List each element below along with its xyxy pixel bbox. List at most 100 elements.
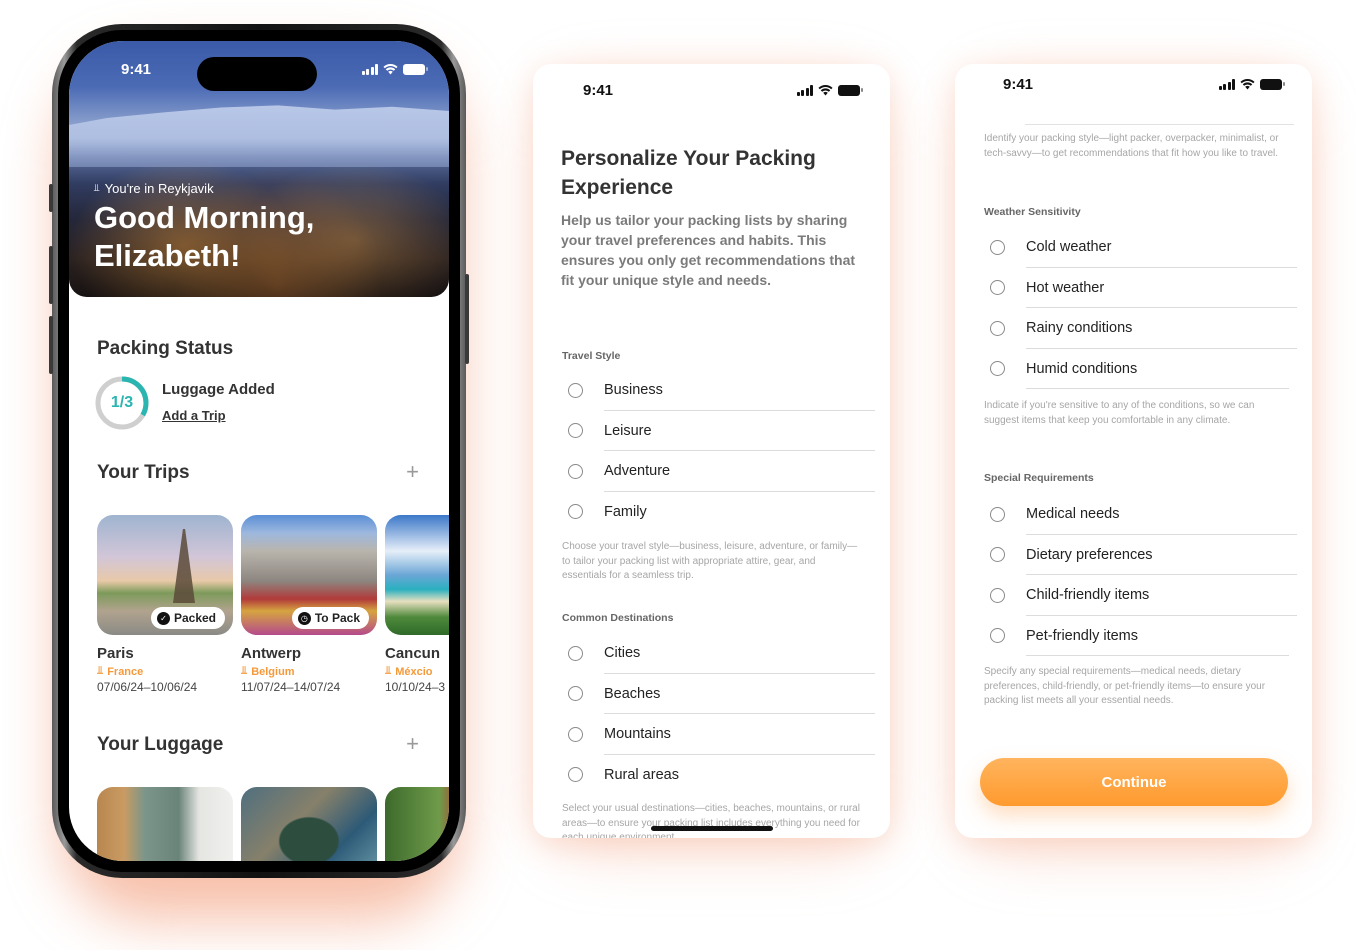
plus-icon[interactable]: + [406, 731, 419, 757]
radio-button[interactable] [990, 320, 1005, 336]
special-requirements-options: Medical needs Dietary preferences Child-… [984, 494, 1297, 656]
weather-options: Cold weather Hot weather Rainy condition… [984, 227, 1297, 389]
radio-button[interactable] [568, 382, 583, 398]
pin-icon: ⫫ [94, 183, 100, 194]
personalize-screen: 9:41 Personalize Your Packing Experience… [533, 64, 890, 838]
destinations-label: Common Destinations [562, 612, 674, 624]
status-bar: 9:41 [533, 68, 890, 112]
trip-dates: 07/06/24–10/06/24 [97, 680, 198, 694]
destinations-options: Cities Beaches Mountains Rural areas [562, 633, 875, 795]
radio-button[interactable] [568, 463, 583, 479]
radio-button[interactable] [568, 767, 583, 783]
radio-option[interactable]: Humid conditions [984, 349, 1297, 389]
radio-button[interactable] [568, 645, 583, 661]
radio-button[interactable] [990, 361, 1005, 377]
radio-option[interactable]: Hot weather [984, 268, 1297, 308]
phone-frame-home: ⫫ You're in Reykjavik Good Morning, Eliz… [49, 24, 469, 878]
radio-button[interactable] [990, 587, 1005, 603]
plus-icon[interactable]: + [406, 459, 419, 485]
luggage-card[interactable] [385, 787, 449, 861]
trip-card[interactable]: ◷ To Pack Antwerp ⫫ Belgium 11/07/24–14/0… [241, 515, 377, 694]
continue-button[interactable]: Continue [980, 758, 1288, 806]
cellular-signal-icon [1218, 78, 1235, 90]
radio-button[interactable] [990, 506, 1005, 522]
travel-style-label: Travel Style [562, 350, 621, 362]
dynamic-island [197, 57, 317, 91]
pin-icon: ⫫ [97, 665, 104, 677]
radio-option[interactable]: Cities [562, 633, 875, 674]
radio-option[interactable]: Dietary preferences [984, 535, 1297, 575]
trip-card[interactable]: Cancun ⫫ Méxcio 10/10/24–3 [385, 515, 449, 694]
trip-status-badge: ✓ Packed [150, 607, 225, 629]
packing-status-title: Packing Status [97, 338, 234, 359]
preferences-screen: 9:41 Identify your packing style—light p… [955, 64, 1312, 838]
radio-option[interactable]: Child-friendly items [984, 575, 1297, 616]
packing-progress-label: 1/3 [110, 394, 134, 411]
wifi-icon [1240, 78, 1255, 90]
trip-image [385, 515, 449, 635]
power-button [465, 274, 469, 364]
trip-dates: 11/07/24–14/07/24 [241, 680, 341, 694]
greeting: Good Morning, Elizabeth! [94, 200, 315, 273]
trip-name: Paris [97, 645, 134, 662]
action-button [49, 184, 53, 212]
cellular-signal-icon [796, 84, 813, 96]
radio-option[interactable]: Adventure [562, 451, 875, 492]
cellular-signal-icon [361, 63, 378, 75]
volume-down-button [49, 316, 53, 374]
packing-status-text: Luggage Added [162, 381, 275, 398]
weather-label: Weather Sensitivity [984, 206, 1081, 218]
radio-button[interactable] [568, 686, 583, 702]
radio-option[interactable]: Beaches [562, 674, 875, 714]
trip-image: ✓ Packed [97, 515, 233, 635]
travel-style-help: Choose your travel style—business, leisu… [562, 541, 858, 581]
radio-option[interactable]: Business [562, 370, 875, 411]
travel-style-options: Business Leisure Adventure Family [562, 370, 875, 532]
home-screen: ⫫ You're in Reykjavik Good Morning, Eliz… [69, 41, 449, 861]
status-time: 9:41 [121, 60, 152, 78]
battery-icon [838, 84, 863, 96]
pin-icon: ⫫ [241, 665, 248, 677]
page-title: Personalize Your Packing Experience [561, 147, 816, 199]
trip-dates: 10/10/24–3 [385, 680, 446, 694]
wifi-icon [383, 63, 398, 75]
current-location: ⫫ You're in Reykjavik [94, 181, 214, 196]
radio-option[interactable]: Leisure [562, 411, 875, 451]
radio-option[interactable]: Mountains [562, 714, 875, 755]
radio-button[interactable] [990, 280, 1005, 296]
trip-country: ⫫ Belgium [241, 665, 295, 678]
pin-icon: ⫫ [385, 665, 392, 677]
destinations-help: Select your usual destinations—cities, b… [562, 803, 860, 838]
status-time: 9:41 [1003, 75, 1034, 93]
eiffel-tower-shape [173, 529, 195, 603]
radio-option[interactable]: Rural areas [562, 755, 875, 796]
radio-button[interactable] [990, 239, 1005, 255]
special-requirements-label: Special Requirements [984, 472, 1094, 484]
radio-option[interactable]: Medical needs [984, 494, 1297, 535]
luggage-carousel[interactable] [97, 787, 449, 861]
add-trip-link[interactable]: Add a Trip [162, 408, 226, 423]
radio-option[interactable]: Pet-friendly items [984, 616, 1297, 656]
volume-up-button [49, 246, 53, 304]
radio-option[interactable]: Family [562, 492, 875, 533]
trip-image: ◷ To Pack [241, 515, 377, 635]
radio-button[interactable] [568, 726, 583, 742]
radio-button[interactable] [568, 504, 583, 520]
radio-button[interactable] [990, 547, 1005, 563]
divider [1025, 124, 1294, 125]
wifi-icon [818, 84, 833, 96]
battery-icon [1260, 78, 1285, 90]
radio-button[interactable] [568, 423, 583, 439]
check-circle-icon: ✓ [156, 611, 170, 625]
luggage-card[interactable] [241, 787, 377, 861]
weather-help: Indicate if you're sensitive to any of t… [984, 400, 1255, 426]
trips-carousel[interactable]: ✓ Packed Paris ⫫ France 07/06/24–10/06/24… [97, 515, 449, 694]
trip-country: ⫫ Méxcio [385, 665, 433, 678]
radio-button[interactable] [990, 628, 1005, 644]
your-luggage-title: Your Luggage [97, 734, 224, 755]
trip-card[interactable]: ✓ Packed Paris ⫫ France 07/06/24–10/06/24 [97, 515, 233, 694]
radio-option[interactable]: Cold weather [984, 227, 1297, 268]
luggage-card[interactable] [97, 787, 233, 861]
radio-option[interactable]: Rainy conditions [984, 308, 1297, 349]
status-bar: 9:41 [955, 64, 1312, 106]
